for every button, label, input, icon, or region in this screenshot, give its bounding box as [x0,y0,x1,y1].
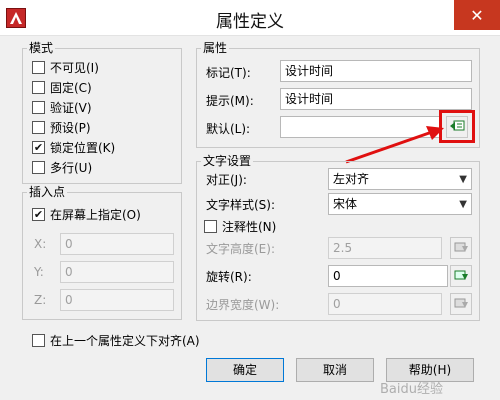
justify-value: 左对齐 [333,172,370,186]
mode-option-label: 预设(P) [50,121,91,135]
mode-option-label: 固定(C) [50,81,92,95]
y-field[interactable]: 0 [60,261,174,283]
align-below-label: 在上一个属性定义下对齐(A) [50,334,200,348]
mode-option-checkbox[interactable] [32,121,45,134]
specify-on-screen-checkbox[interactable]: ✔ [32,208,45,221]
mode-option-checkbox[interactable] [32,101,45,114]
specify-on-screen-label: 在屏幕上指定(O) [50,208,141,222]
rotation-field[interactable]: 0 [328,265,448,287]
ok-button[interactable]: 确定 [206,358,284,382]
mode-option-label: 验证(V) [50,101,92,115]
boundary-width-label: 边界宽度(W): [206,298,280,312]
prompt-field[interactable]: 设计时间 [280,88,472,110]
x-field[interactable]: 0 [60,233,174,255]
mode-legend: 模式 [27,41,56,55]
annotative-label: 注释性(N) [222,220,277,234]
y-label: Y: [34,265,44,279]
justify-select[interactable]: 左对齐 ▼ [328,168,472,190]
rotation-pick-button[interactable] [450,265,472,287]
mode-option-checkbox[interactable]: ✔ [32,141,45,154]
annotative-checkbox[interactable] [204,220,217,233]
chevron-down-icon: ▼ [459,174,467,185]
mode-option-checkbox[interactable] [32,81,45,94]
attribute-definition-dialog: 属性定义 ✕ 模式 不可见(I) 固定(C) 验证(V) 预设(P) ✔ 锁定位置(K) 多… [0,0,500,400]
title-bar: 属性定义 ✕ [0,0,500,36]
mode-group [22,48,182,184]
mode-option-label: 锁定位置(K) [50,141,116,155]
attribute-legend: 属性 [201,41,230,55]
boundary-width-pick-button[interactable] [450,293,472,315]
cancel-button[interactable]: 取消 [296,358,374,382]
text-height-field[interactable]: 2.5 [328,237,442,259]
pick-point-icon [453,268,469,285]
text-settings-legend: 文字设置 [201,154,254,168]
default-label: 默认(L): [206,122,251,136]
mode-option-label: 不可见(I) [50,61,99,75]
text-height-label: 文字高度(E): [206,242,275,256]
pick-point-icon [453,240,469,257]
align-below-checkbox[interactable] [32,334,45,347]
dialog-title: 属性定义 [216,12,284,32]
insert-field-icon [449,119,465,136]
x-label: X: [34,237,47,251]
close-button[interactable]: ✕ [454,0,500,30]
z-field[interactable]: 0 [60,289,174,311]
prompt-label: 提示(M): [206,94,254,108]
insertion-point-legend: 插入点 [27,185,68,199]
mode-option-checkbox[interactable] [32,61,45,74]
pick-point-icon [453,296,469,313]
tag-label: 标记(T): [206,66,251,80]
text-style-select[interactable]: 宋体 ▼ [328,193,472,215]
z-label: Z: [34,293,47,307]
chevron-down-icon: ▼ [459,199,467,210]
mode-option-checkbox[interactable] [32,161,45,174]
watermark: Baidu经验 [380,382,443,397]
mode-option-label: 多行(U) [50,161,93,175]
tag-field[interactable]: 设计时间 [280,60,472,82]
text-height-pick-button[interactable] [450,237,472,259]
justify-label: 对正(J): [206,173,247,187]
text-style-label: 文字样式(S): [206,198,276,212]
text-style-value: 宋体 [333,197,358,211]
rotation-label: 旋转(R): [206,270,252,284]
boundary-width-field[interactable]: 0 [328,293,442,315]
